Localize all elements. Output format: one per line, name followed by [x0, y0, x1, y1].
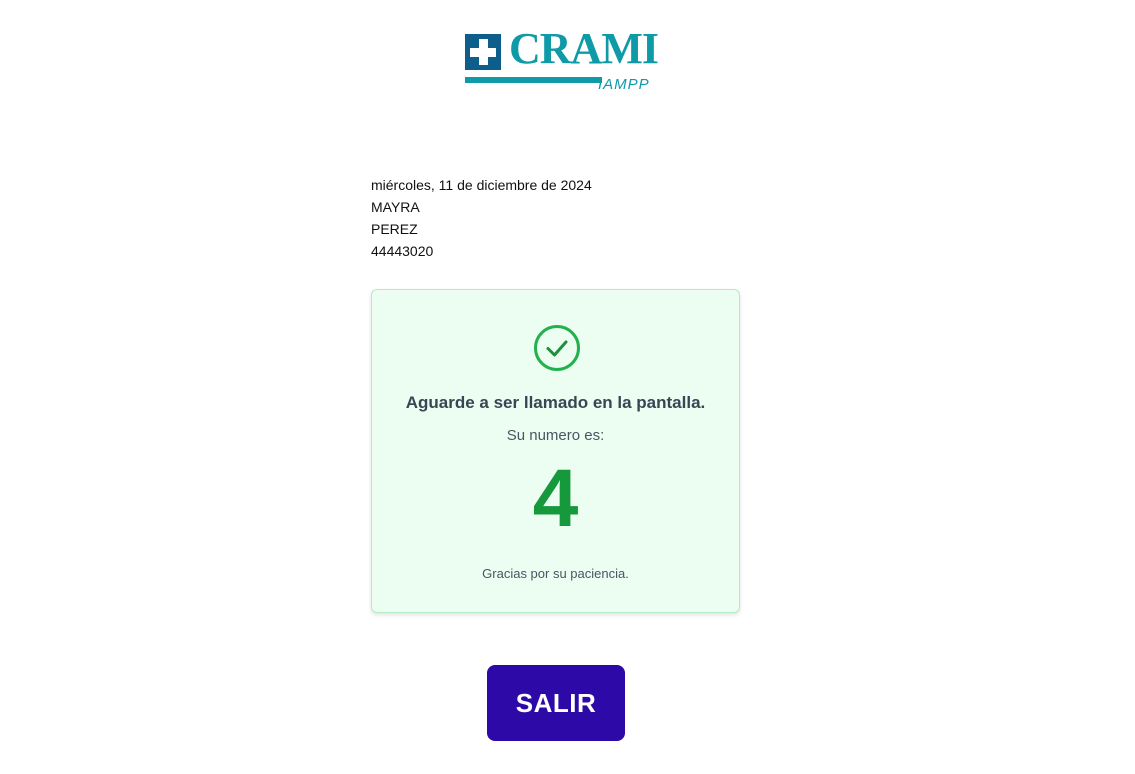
logo-wordmark: CRAMI — [509, 24, 659, 73]
crami-logo: CRAMI IAMPP — [465, 27, 659, 93]
ticket-card: Aguarde a ser llamado en la pantalla. Su… — [371, 289, 740, 613]
patient-info: miércoles, 11 de diciembre de 2024 MAYRA… — [371, 174, 592, 262]
document-number-text: 44443020 — [371, 243, 434, 259]
number-label: Su numero es: — [506, 427, 605, 444]
wait-message: Aguarde a ser llamado en la pantalla. — [405, 393, 706, 412]
medical-cross-icon — [465, 34, 501, 70]
logo-underline — [465, 77, 602, 83]
thanks-message: Gracias por su paciencia. — [482, 566, 629, 581]
last-name-text: PEREZ — [371, 221, 418, 237]
ticket-number: 4 — [532, 453, 579, 544]
exit-button[interactable]: SALIR — [487, 665, 625, 741]
first-name-text: MAYRA — [371, 199, 420, 215]
date-text: miércoles, 11 de diciembre de 2024 — [371, 177, 592, 193]
check-circle-icon — [534, 325, 580, 371]
logo-subtitle: IAMPP — [598, 76, 650, 93]
